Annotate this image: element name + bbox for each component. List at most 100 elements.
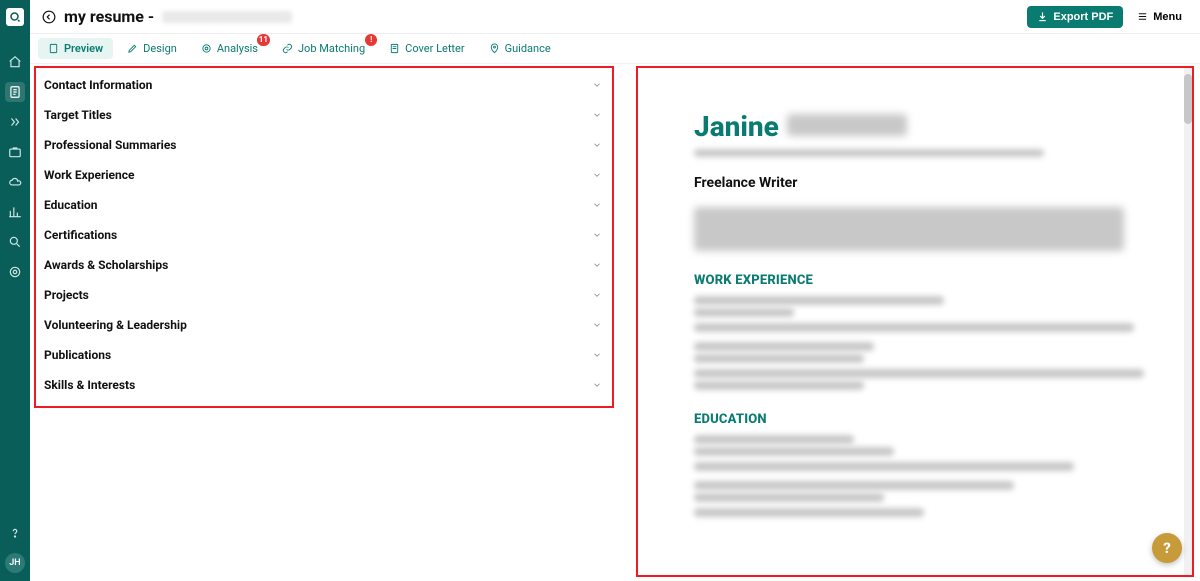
help-fab[interactable]: ? [1152, 533, 1182, 563]
resume-work-line [694, 381, 864, 390]
tab-jobmatching[interactable]: Job Matching ! [272, 38, 375, 59]
tab-label: Analysis [217, 42, 258, 55]
question-icon: ? [1163, 539, 1171, 557]
resume-work-line [694, 296, 944, 305]
resume-edu-line [694, 435, 854, 444]
section-row-summaries[interactable]: Professional Summaries [36, 130, 612, 160]
tab-label: Cover Letter [405, 42, 464, 55]
section-label: Professional Summaries [44, 138, 176, 152]
sidebar-target[interactable] [5, 262, 25, 282]
resume-role: Freelance Writer [694, 175, 1136, 191]
section-label: Awards & Scholarships [44, 258, 168, 272]
tab-label: Design [143, 42, 177, 55]
resume-preview-panel: Janine Freelance Writer WORK EXPERIENCE … [636, 66, 1194, 577]
location-icon [489, 43, 500, 54]
chevron-down-icon [592, 200, 602, 210]
download-icon [1037, 11, 1048, 22]
tab-badge: 11 [257, 34, 270, 46]
section-row-work[interactable]: Work Experience [36, 160, 612, 190]
section-row-target-titles[interactable]: Target Titles [36, 100, 612, 130]
chevron-down-icon [592, 320, 602, 330]
left-sidebar: JH [0, 0, 30, 581]
tab-analysis[interactable]: Analysis 11 [191, 38, 268, 59]
sidebar-home[interactable] [5, 52, 25, 72]
letter-icon [389, 43, 400, 54]
resume-edu-line [694, 493, 884, 502]
section-label: Target Titles [44, 108, 112, 122]
preview-scrollbar[interactable] [1184, 68, 1192, 575]
resume-work-line [694, 342, 874, 351]
menu-icon [1137, 11, 1148, 22]
section-label: Volunteering & Leadership [44, 318, 187, 332]
sidebar-briefcase[interactable] [5, 142, 25, 162]
chevron-down-icon [592, 80, 602, 90]
resume-work-line [694, 369, 1144, 378]
tab-preview[interactable]: Preview [38, 38, 113, 59]
resume-page: Janine Freelance Writer WORK EXPERIENCE … [638, 68, 1192, 541]
resume-edu-line [694, 462, 1074, 471]
target-icon [201, 43, 212, 54]
menu-button[interactable]: Menu [1131, 6, 1188, 28]
chevron-down-icon [592, 110, 602, 120]
tab-badge: ! [365, 34, 377, 46]
tab-label: Guidance [505, 42, 551, 55]
tab-coverletter[interactable]: Cover Letter [379, 38, 474, 59]
resume-edu-line [694, 447, 894, 456]
section-row-awards[interactable]: Awards & Scholarships [36, 250, 612, 280]
section-row-certifications[interactable]: Certifications [36, 220, 612, 250]
page-header: my resume - Export PDF Menu [30, 0, 1200, 34]
page-title-blurred [162, 11, 292, 23]
section-row-education[interactable]: Education [36, 190, 612, 220]
chevron-down-icon [592, 290, 602, 300]
page-title-prefix: my resume - [64, 7, 154, 26]
chevron-down-icon [592, 170, 602, 180]
sidebar-help[interactable] [5, 523, 25, 543]
section-label: Skills & Interests [44, 378, 135, 392]
chevron-down-icon [592, 230, 602, 240]
sidebar-stats[interactable] [5, 202, 25, 222]
resume-section-work: WORK EXPERIENCE [694, 273, 1136, 288]
tab-label: Preview [64, 42, 103, 55]
document-icon [48, 43, 59, 54]
section-label: Contact Information [44, 78, 152, 92]
sidebar-document[interactable] [5, 82, 25, 102]
section-row-contact[interactable]: Contact Information [36, 70, 612, 100]
sidebar-expand[interactable] [5, 112, 25, 132]
section-label: Certifications [44, 228, 117, 242]
sidebar-cloud[interactable] [5, 172, 25, 192]
resume-edu-line [694, 481, 1014, 490]
section-label: Work Experience [44, 168, 134, 182]
section-row-volunteering[interactable]: Volunteering & Leadership [36, 310, 612, 340]
section-row-projects[interactable]: Projects [36, 280, 612, 310]
app-logo[interactable] [6, 8, 24, 26]
chevron-down-icon [592, 350, 602, 360]
menu-label: Menu [1153, 11, 1182, 23]
resume-work-line [694, 354, 864, 363]
section-label: Publications [44, 348, 111, 362]
resume-section-education: EDUCATION [694, 412, 1136, 427]
resume-contact-blurred [694, 149, 1044, 157]
export-pdf-button[interactable]: Export PDF [1027, 6, 1123, 28]
resume-first-name: Janine [694, 110, 779, 143]
section-row-skills[interactable]: Skills & Interests [36, 370, 612, 400]
tab-guidance[interactable]: Guidance [479, 38, 561, 59]
avatar-initials: JH [9, 558, 20, 568]
back-icon[interactable] [42, 10, 56, 24]
resume-edu-line [694, 508, 924, 517]
pencil-icon [127, 43, 138, 54]
chevron-down-icon [592, 260, 602, 270]
sections-panel: Contact Information Target Titles Profes… [34, 66, 614, 408]
export-label: Export PDF [1053, 11, 1113, 23]
chevron-down-icon [592, 380, 602, 390]
section-row-publications[interactable]: Publications [36, 340, 612, 370]
resume-summary-blurred [694, 207, 1124, 251]
section-label: Projects [44, 288, 89, 302]
sidebar-search[interactable] [5, 232, 25, 252]
tab-design[interactable]: Design [117, 38, 187, 59]
preview-scrollbar-thumb[interactable] [1184, 74, 1192, 124]
editor-tabs: Preview Design Analysis 11 Job Matching … [30, 34, 1200, 64]
resume-name: Janine [694, 110, 1136, 143]
user-avatar[interactable]: JH [5, 553, 25, 573]
tab-label: Job Matching [298, 42, 365, 55]
resume-last-name-blurred [787, 114, 907, 136]
